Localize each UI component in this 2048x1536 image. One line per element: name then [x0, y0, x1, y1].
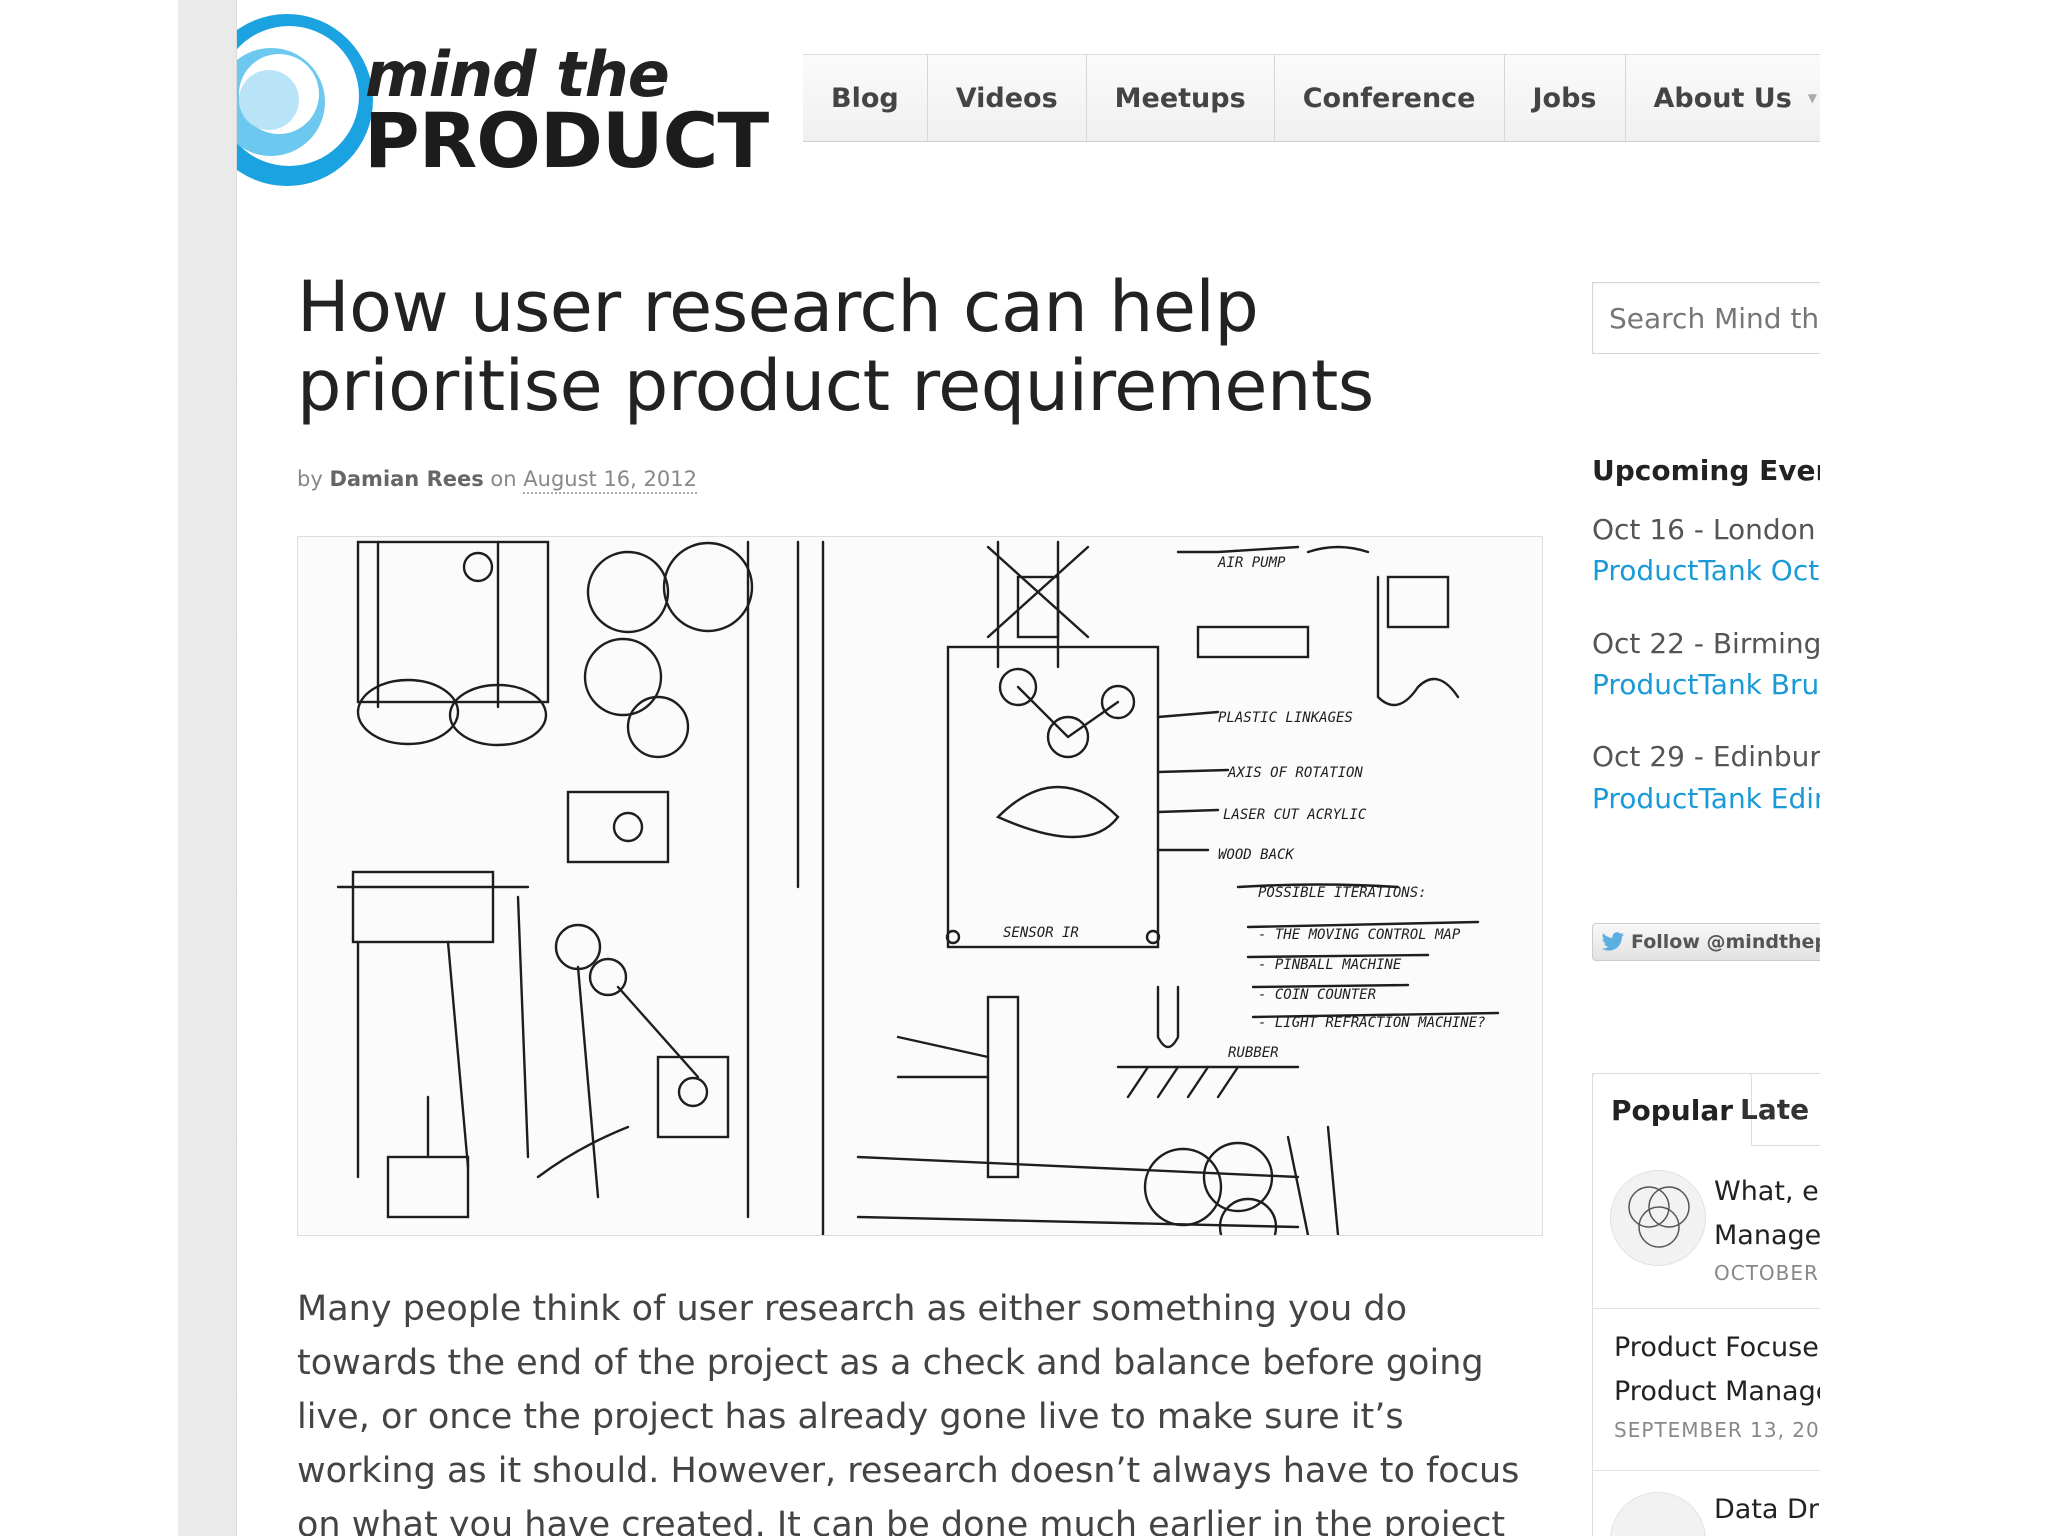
- post-title: How user research can help prioritise pr…: [297, 266, 1374, 427]
- svg-text:AIR PUMP: AIR PUMP: [1217, 555, 1286, 571]
- svg-text:SENSOR IR: SENSOR IR: [1003, 925, 1079, 941]
- nav-item-about-us[interactable]: About Us ▼: [1626, 55, 1821, 141]
- divider: [1592, 1470, 1820, 1471]
- author-link[interactable]: Damian Rees: [329, 467, 483, 491]
- svg-text:LASER CUT ACRYLIC: LASER CUT ACRYLIC: [1223, 807, 1367, 823]
- popular-item[interactable]: Data Dr: [1592, 1478, 1820, 1536]
- event-date: Oct 22 - Birmingh: [1592, 627, 1820, 660]
- event-link[interactable]: ProductTank Octo: [1592, 554, 1820, 587]
- event-link[interactable]: ProductTank Edin: [1592, 782, 1820, 815]
- svg-text:RUBBER: RUBBER: [1228, 1045, 1279, 1061]
- nav-item-conference[interactable]: Conference: [1275, 55, 1505, 141]
- tab-latest[interactable]: Late: [1740, 1073, 1809, 1145]
- nav-item-blog[interactable]: Blog: [803, 55, 928, 141]
- nav-item-videos[interactable]: Videos: [928, 55, 1087, 141]
- popular-item-title: Product Manager: [1614, 1376, 1820, 1407]
- post-date: August 16, 2012: [523, 467, 697, 494]
- nav-item-label: About Us: [1653, 82, 1792, 114]
- post-body: Many people think of user research as ei…: [297, 1289, 1520, 1536]
- popular-item-date: SEPTEMBER 13, 2011: [1614, 1418, 1820, 1442]
- nav-item-jobs[interactable]: Jobs: [1505, 55, 1626, 141]
- caret-down-icon: ▼: [1807, 91, 1818, 105]
- page: mind the PRODUCT Blog Videos Meetups Con…: [237, 0, 1820, 1536]
- sketch-illustration-icon: PLASTIC LINKAGES AXIS OF ROTATION LASER …: [298, 537, 1542, 1235]
- page-background-gutter: [178, 0, 237, 1536]
- nav-item-label: Videos: [955, 82, 1058, 114]
- nav-item-label: Jobs: [1532, 82, 1597, 114]
- popular-item-title: Data Dr: [1714, 1494, 1819, 1525]
- event-link[interactable]: ProductTank Brun: [1592, 668, 1820, 701]
- svg-text:- COIN COUNTER: - COIN COUNTER: [1258, 987, 1376, 1003]
- svg-text:WOOD BACK: WOOD BACK: [1218, 847, 1295, 863]
- popular-item-date: OCTOBER: [1714, 1261, 1819, 1285]
- popular-item-title: Manage: [1714, 1220, 1820, 1251]
- svg-text:PLASTIC LINKAGES: PLASTIC LINKAGES: [1218, 710, 1353, 726]
- venn-diagram-thumbnail-icon: [1610, 1170, 1706, 1266]
- event-date: Oct 29 - Edinburg: [1592, 740, 1820, 773]
- svg-text:POSSIBLE ITERATIONS:: POSSIBLE ITERATIONS:: [1258, 885, 1427, 901]
- svg-text:- PINBALL MACHINE: - PINBALL MACHINE: [1258, 957, 1402, 973]
- svg-text:- THE MOVING CONTROL MAP: - THE MOVING CONTROL MAP: [1258, 927, 1461, 943]
- svg-text:AXIS OF ROTATION: AXIS OF ROTATION: [1227, 765, 1363, 781]
- nav-item-label: Meetups: [1114, 82, 1246, 114]
- logo-text-line2: PRODUCT: [364, 96, 769, 185]
- popular-item[interactable]: What, e Manage OCTOBER: [1592, 1160, 1820, 1300]
- divider: [1592, 1308, 1820, 1309]
- popular-item[interactable]: Product Focused Product Manager SEPTEMBE…: [1592, 1318, 1820, 1448]
- nav-item-label: Conference: [1302, 82, 1476, 114]
- follow-label: Follow @mindthep: [1631, 931, 1820, 953]
- svg-text:- LIGHT REFRACTION MACHINE?: - LIGHT REFRACTION MACHINE?: [1258, 1015, 1486, 1031]
- search-input[interactable]: [1592, 282, 1820, 354]
- byline-on: on: [490, 467, 517, 491]
- tab-popular[interactable]: Popular: [1592, 1073, 1753, 1146]
- byline: by Damian Rees on August 16, 2012: [297, 467, 697, 494]
- byline-by: by: [297, 467, 323, 491]
- event-date: Oct 16 - London: [1592, 513, 1816, 546]
- globe-thumbnail-icon: [1610, 1492, 1706, 1536]
- twitter-follow-button[interactable]: Follow @mindthep: [1592, 923, 1820, 961]
- upcoming-events-heading: Upcoming Event: [1592, 454, 1820, 487]
- post-hero-image: PLASTIC LINKAGES AXIS OF ROTATION LASER …: [297, 536, 1543, 1236]
- nav-item-label: Blog: [831, 82, 899, 114]
- site-logo[interactable]: mind the PRODUCT: [237, 10, 769, 190]
- popular-item-title: What, e: [1714, 1176, 1819, 1207]
- main-nav: Blog Videos Meetups Conference Jobs Abou…: [803, 54, 1820, 142]
- logo-mark-icon: [237, 14, 373, 186]
- twitter-bird-icon: [1601, 932, 1625, 951]
- popular-item-title: Product Focused: [1614, 1332, 1820, 1363]
- nav-item-meetups[interactable]: Meetups: [1087, 55, 1275, 141]
